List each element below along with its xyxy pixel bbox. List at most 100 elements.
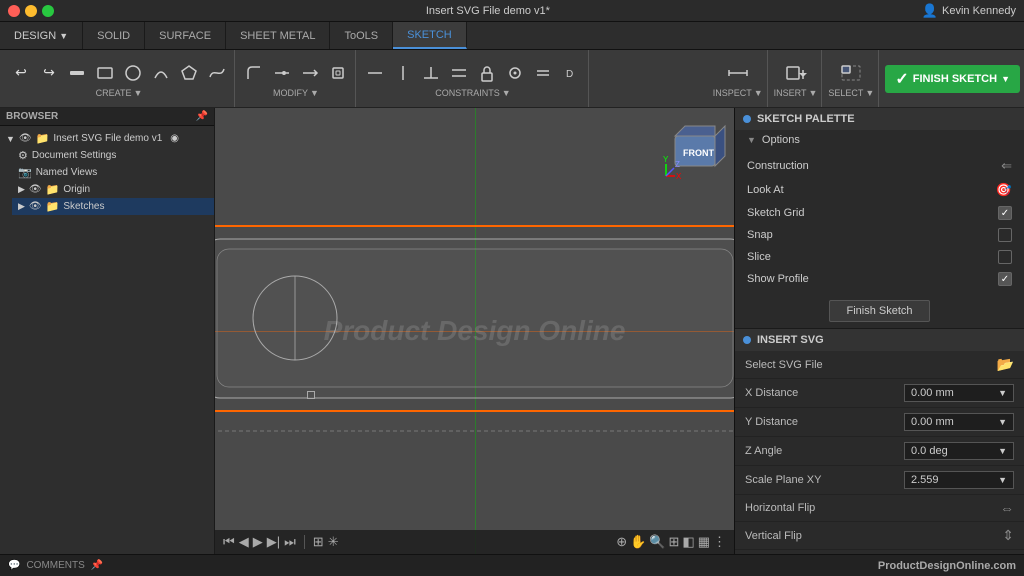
visibility-icon[interactable]: ◉: [170, 133, 179, 144]
comments-icon: 💬: [8, 560, 20, 571]
select-btn[interactable]: [833, 60, 869, 86]
checkmark-icon: ✓: [895, 69, 908, 89]
tree-root[interactable]: ▼ 👁 📁 Insert SVG File demo v1 ◉: [0, 130, 214, 147]
tab-sheet-metal[interactable]: SHEET METAL: [226, 22, 330, 49]
expand-icon: ▶: [18, 184, 25, 195]
y-distance-chevron: ▼: [998, 417, 1007, 427]
canvas-bottom-toolbar: ⏮ ◀ ▶ ▶| ⏭ ⊞ ✳ ⊕ ✋ 🔍 ⊞ ◧ ▦ ⋮: [215, 530, 734, 554]
eye-icon[interactable]: 👁: [29, 184, 42, 195]
tab-tools[interactable]: ToOLS: [330, 22, 393, 49]
spline-btn[interactable]: [204, 60, 230, 86]
scale-plane-input[interactable]: 2.559 ▼: [904, 471, 1014, 489]
close-btn[interactable]: [8, 5, 20, 17]
right-panel: SKETCH PALETTE ▼ Options Construction ⇐ …: [734, 108, 1024, 554]
redo-btn[interactable]: ↪: [36, 60, 62, 86]
orbit-btn[interactable]: ⊕: [616, 534, 627, 550]
browser-header: BROWSER 📌: [0, 108, 214, 126]
show-profile-row[interactable]: Show Profile ✓: [735, 268, 1024, 290]
horizontal-flip-icon[interactable]: ⇔: [1000, 500, 1014, 516]
snap-btn[interactable]: ✳: [328, 534, 339, 550]
equal-btn[interactable]: [530, 60, 556, 86]
show-profile-checkbox[interactable]: ✓: [998, 272, 1012, 286]
tab-solid[interactable]: SOLID: [83, 22, 145, 49]
tab-surface[interactable]: SURFACE: [145, 22, 226, 49]
horizontal-constraint-btn[interactable]: [362, 60, 388, 86]
comments-pin-icon[interactable]: 📌: [91, 560, 103, 571]
insert-btn[interactable]: [778, 60, 814, 86]
more-btn[interactable]: ⋮: [713, 534, 726, 550]
slice-checkbox[interactable]: [998, 250, 1012, 264]
parallel-btn[interactable]: [446, 60, 472, 86]
sketch-grid-checkbox[interactable]: ✓: [998, 206, 1012, 220]
view-cube[interactable]: FRONT X Y Z: [661, 116, 729, 184]
coincident-btn[interactable]: [502, 60, 528, 86]
finish-sketch-button[interactable]: ✓ FINISH SKETCH ▼: [885, 65, 1020, 93]
look-at-icon: 🎯: [996, 182, 1012, 198]
measure-btn[interactable]: [720, 60, 756, 86]
minimize-btn[interactable]: [25, 5, 37, 17]
line-btn[interactable]: [64, 60, 90, 86]
user-name: Kevin Kennedy: [942, 5, 1016, 17]
y-distance-input[interactable]: 0.00 mm ▼: [904, 413, 1014, 431]
end-btn[interactable]: ⏭: [284, 534, 296, 550]
options-row[interactable]: ▼ Options: [735, 130, 1024, 150]
browser-tree: ▼ 👁 📁 Insert SVG File demo v1 ◉ ⚙ Docume…: [0, 126, 214, 554]
handle-corner[interactable]: [307, 391, 315, 399]
tree-origin[interactable]: ▶ 👁 📁 Origin: [12, 181, 214, 198]
tree-named-views[interactable]: 📷 Named Views: [12, 164, 214, 181]
trim-btn[interactable]: [269, 60, 295, 86]
file-browse-icon[interactable]: 📂: [997, 356, 1014, 373]
select-label: SELECT: [828, 88, 863, 98]
arc-btn[interactable]: [148, 60, 174, 86]
play-btn[interactable]: ▶: [253, 534, 263, 550]
lock-btn[interactable]: [474, 60, 500, 86]
vertical-flip-icon[interactable]: ⇕: [1002, 527, 1014, 544]
sketch-grid-row[interactable]: Sketch Grid ✓: [735, 202, 1024, 224]
grid-display-btn[interactable]: ▦: [698, 534, 710, 550]
window-controls: [8, 5, 54, 17]
home-btn[interactable]: ⏮: [223, 534, 235, 550]
finish-sketch-palette-btn[interactable]: Finish Sketch: [829, 300, 929, 322]
snap-row[interactable]: Snap: [735, 224, 1024, 246]
tab-sketch[interactable]: SKETCH: [393, 22, 467, 49]
browser-pin-icon[interactable]: 📌: [196, 111, 208, 122]
rectangle-btn[interactable]: [92, 60, 118, 86]
z-angle-input[interactable]: 0.0 deg ▼: [904, 442, 1014, 460]
tree-document-settings[interactable]: ⚙ Document Settings: [12, 147, 214, 164]
circle-btn[interactable]: [120, 60, 146, 86]
pan-btn[interactable]: ✋: [630, 534, 646, 550]
constraints-label: CONSTRAINTS: [435, 88, 500, 98]
vertical-constraint-btn[interactable]: [390, 60, 416, 86]
undo-btn[interactable]: ↩: [8, 60, 34, 86]
maximize-btn[interactable]: [42, 5, 54, 17]
snap-checkbox[interactable]: [998, 228, 1012, 242]
toolbar-modify: MODIFY ▼: [237, 50, 356, 107]
polygon-btn[interactable]: [176, 60, 202, 86]
perpendicular-btn[interactable]: [418, 60, 444, 86]
next-btn[interactable]: ▶|: [267, 534, 280, 550]
tree-sketches[interactable]: ▶ 👁 📁 Sketches: [12, 198, 214, 215]
construction-row[interactable]: Construction ⇐: [735, 154, 1024, 178]
comments-section: 💬 COMMENTS 📌: [8, 560, 103, 571]
sketch-palette-body: Construction ⇐ Look At 🎯 Sketch Grid ✓: [735, 150, 1024, 294]
tab-design[interactable]: DESIGN ▼: [0, 22, 83, 49]
eye-icon2[interactable]: 👁: [29, 201, 42, 212]
zoom-fit-btn[interactable]: ⊞: [669, 534, 680, 550]
extend-btn[interactable]: [297, 60, 323, 86]
tree-eye-icon[interactable]: 👁: [19, 133, 32, 144]
slice-row[interactable]: Slice: [735, 246, 1024, 268]
prev-btn[interactable]: ◀: [239, 534, 249, 550]
look-at-row[interactable]: Look At 🎯: [735, 178, 1024, 202]
canvas-area[interactable]: Product Design Online FRONT X Y Z: [215, 108, 734, 554]
insert-svg-header[interactable]: INSERT SVG: [735, 329, 1024, 351]
svg-text:X: X: [676, 172, 682, 181]
x-distance-input[interactable]: 0.00 mm ▼: [904, 384, 1014, 402]
dimension-btn[interactable]: D: [558, 60, 584, 86]
offset-btn[interactable]: [325, 60, 351, 86]
zoom-btn[interactable]: 🔍: [649, 534, 665, 550]
grid-btn[interactable]: ⊞: [313, 534, 324, 550]
sketch-palette-header[interactable]: SKETCH PALETTE: [735, 108, 1024, 130]
fillet-btn[interactable]: [241, 60, 267, 86]
toolbar-create: ↩ ↪ CREATE ▼: [4, 50, 235, 107]
display-mode-btn[interactable]: ◧: [682, 534, 694, 550]
